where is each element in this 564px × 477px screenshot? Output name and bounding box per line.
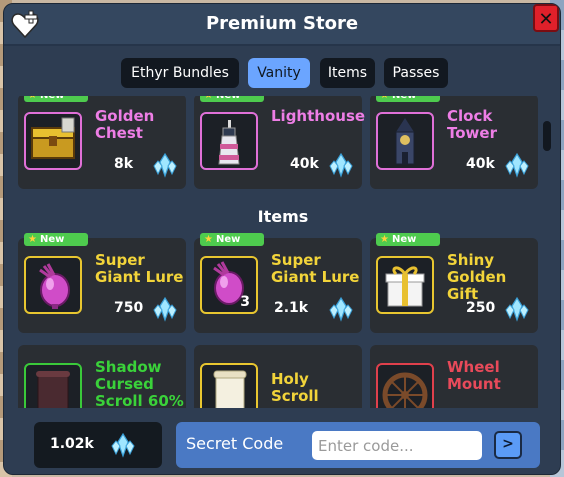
window-title: Premium Store <box>205 13 359 34</box>
lighthouse-icon <box>218 120 240 165</box>
product-price: 2.1k <box>274 300 309 316</box>
star-icon: ★ <box>28 96 37 101</box>
currency-balance: 1.02k <box>34 422 162 468</box>
scrollbar-thumb[interactable] <box>543 121 551 151</box>
shadow-cursed-scroll-thumbnail <box>24 363 82 408</box>
submit-code-button[interactable]: > <box>494 431 522 459</box>
wheel-mount-thumbnail <box>376 363 434 408</box>
product-card-super-giant-lure-bundle[interactable]: ★ New 3 Super Giant Lure 2.1k <box>194 233 362 333</box>
clock-tower-thumbnail <box>376 112 434 170</box>
product-card-shadow-cursed-scroll[interactable]: Shadow Cursed Scroll 60% <box>18 345 186 408</box>
new-badge: ★New <box>376 233 440 246</box>
product-card-clock-tower[interactable]: ★New Clock Tower 40k <box>370 96 538 189</box>
quantity-label: 3 <box>240 294 250 310</box>
product-card-super-giant-lure[interactable]: ★ New Super Giant Lure 750 <box>18 233 186 333</box>
close-button[interactable]: ✕ <box>533 4 559 32</box>
crystal-icon <box>329 296 353 322</box>
product-name: Super Giant Lure <box>95 251 184 286</box>
footer-bar: 1.02k Secret Code > <box>4 410 560 474</box>
shiny-golden-gift-thumbnail <box>376 256 434 314</box>
secret-code-panel: Secret Code > <box>176 422 540 468</box>
super-giant-lure-thumbnail: 3 <box>200 256 258 314</box>
product-price: 250 <box>466 300 496 316</box>
chest-icon <box>31 117 75 159</box>
star-icon: ★ <box>204 234 213 245</box>
product-card-golden-chest[interactable]: ★New Golden Chest 8k <box>18 96 186 189</box>
tab-passes[interactable]: Passes <box>384 58 448 88</box>
scroll-icon <box>213 370 247 408</box>
star-icon: ★ <box>28 234 37 245</box>
star-icon: ★ <box>380 96 389 101</box>
store-scroll-area[interactable]: ★New Golden Chest 8k ★New <box>4 96 560 408</box>
new-badge: ★New <box>200 96 264 102</box>
tab-bar: Ethyr Bundles Vanity Items Passes <box>4 58 560 88</box>
product-card-holy-scroll[interactable]: Holy Scroll <box>194 345 362 408</box>
premium-store-window: Premium Store ✕ Ethyr Bundles Vanity Ite… <box>3 3 561 475</box>
new-badge: ★New <box>24 233 88 246</box>
product-price: 40k <box>290 156 319 172</box>
product-name: Lighthouse <box>271 107 366 125</box>
new-badge: ★New <box>376 96 440 102</box>
golden-chest-thumbnail <box>24 112 82 170</box>
tab-vanity[interactable]: Vanity <box>248 58 310 88</box>
product-name: Super Giant Lure <box>271 251 360 286</box>
crystal-icon <box>505 296 529 322</box>
product-card-lighthouse[interactable]: ★New Lighthouse 40k <box>194 96 366 189</box>
super-giant-lure-thumbnail <box>24 256 82 314</box>
wheel-icon <box>382 372 428 408</box>
product-name: Clock Tower <box>447 107 497 142</box>
product-price: 750 <box>114 300 144 316</box>
balance-value: 1.02k <box>50 436 94 452</box>
new-badge: ★New <box>24 96 88 102</box>
gift-icon <box>385 266 425 307</box>
crystal-icon <box>111 432 135 458</box>
secret-code-label: Secret Code <box>186 434 284 453</box>
product-card-shiny-golden-gift[interactable]: ★ New Shiny Golden Gift 250 <box>370 233 538 333</box>
secret-code-input[interactable] <box>312 431 482 460</box>
product-card-wheel-mount[interactable]: Wheel Mount <box>370 345 538 408</box>
tab-items[interactable]: Items <box>320 58 375 88</box>
clock-tower-icon <box>395 118 415 165</box>
product-price: 8k <box>114 156 134 172</box>
star-icon: ★ <box>380 234 389 245</box>
product-price: 40k <box>466 156 495 172</box>
crystal-icon <box>329 152 353 178</box>
scroll-icon <box>36 371 70 408</box>
new-badge: ★New <box>200 233 264 246</box>
title-bar: Premium Store ✕ <box>4 4 560 46</box>
product-name: Golden Chest <box>95 107 155 142</box>
items-section-title: Items <box>257 207 309 226</box>
product-name: Shadow Cursed Scroll 60% <box>95 358 184 409</box>
tab-ethyr-bundles[interactable]: Ethyr Bundles <box>121 58 239 88</box>
holy-scroll-thumbnail <box>200 363 258 408</box>
product-name: Wheel Mount <box>447 358 501 393</box>
crystal-icon <box>153 296 177 322</box>
lure-icon <box>39 263 70 309</box>
lighthouse-thumbnail <box>200 112 258 170</box>
star-icon: ★ <box>204 96 213 101</box>
crystal-icon <box>153 152 177 178</box>
product-name: Holy Scroll <box>271 370 319 405</box>
crystal-icon <box>505 152 529 178</box>
